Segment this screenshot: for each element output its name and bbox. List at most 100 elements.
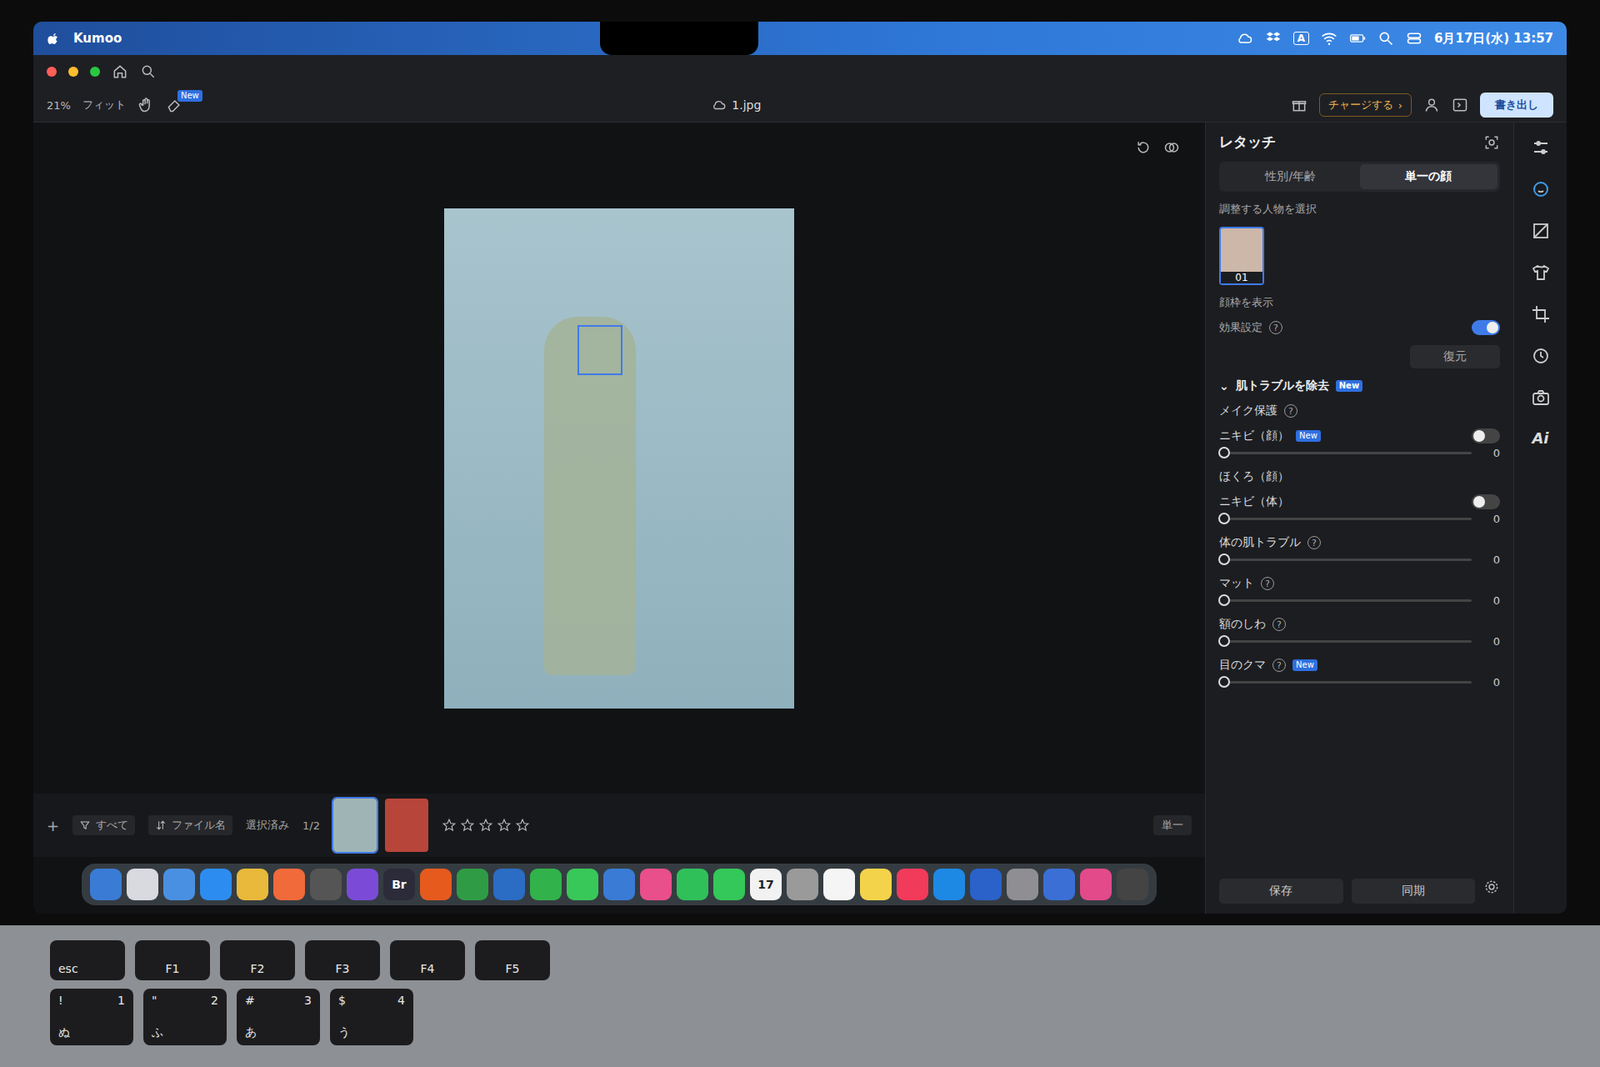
dock-app[interactable] [1006,868,1039,900]
export-button[interactable]: 書き出し [1480,92,1554,118]
home-icon[interactable] [111,63,129,80]
slider-track[interactable] [1224,558,1472,561]
toggle-switch[interactable] [1471,428,1500,444]
dock-app[interactable] [90,868,122,900]
dock-app[interactable] [896,868,929,900]
compare-icon[interactable] [1163,139,1180,156]
dock-app[interactable] [713,868,745,900]
slider-knob[interactable] [1218,635,1230,647]
control-center-icon[interactable] [1405,30,1423,47]
ai-tool-button[interactable]: Ai [1531,429,1549,447]
input-source[interactable]: A [1293,31,1310,45]
dock-app[interactable] [200,868,232,900]
cloud-icon[interactable] [1236,30,1254,47]
dock-app[interactable] [566,868,599,900]
dock-app[interactable] [1116,868,1149,900]
keyboard-key[interactable]: F3 [305,940,380,980]
battery-icon[interactable] [1349,30,1366,47]
dock-app[interactable] [493,868,525,900]
keyboard-key[interactable]: "2ふ [143,988,227,1045]
close-button[interactable] [46,66,57,77]
help-icon[interactable]: ? [1272,617,1286,631]
toggle-switch[interactable] [1471,320,1500,335]
save-button[interactable]: 保存 [1219,878,1344,904]
toggle-switch[interactable] [1471,494,1500,510]
keyboard-key[interactable]: $4う [330,988,414,1045]
help-icon[interactable]: ? [1260,576,1275,590]
keyboard-key[interactable]: esc [50,940,125,980]
user-icon[interactable] [1423,96,1440,114]
dock-app[interactable] [163,868,195,900]
zoom-level[interactable]: 21% [46,99,71,112]
undo-icon[interactable] [1135,139,1152,156]
sync-button[interactable]: 同期 [1351,878,1476,904]
section-header[interactable]: ⌄肌トラブルを除去New [1219,378,1500,394]
shirt-icon[interactable] [1530,262,1551,283]
slider-track[interactable] [1224,451,1472,455]
charge-button[interactable]: チャージする› [1319,93,1412,117]
dock-app[interactable] [236,868,269,900]
dock-app[interactable] [273,868,305,900]
dock-app[interactable]: Br [383,868,415,900]
dock-app[interactable] [126,868,159,900]
dropbox-icon[interactable] [1265,30,1282,47]
fit-button[interactable]: フィット [82,97,126,113]
tab[interactable]: 性別/年齢 [1221,164,1360,190]
face-thumbnail[interactable]: 01 [1219,226,1265,285]
dock-app[interactable] [640,868,672,900]
slider-track[interactable] [1224,517,1472,520]
zoom-button[interactable] [90,66,100,77]
keyboard-key[interactable]: F2 [220,940,295,980]
dock-app[interactable] [970,868,1002,900]
dock-app[interactable] [420,868,452,900]
view-mode-dropdown[interactable]: 単一 [1153,815,1192,835]
gift-icon[interactable] [1290,96,1308,114]
filter-button[interactable]: すべて [72,815,135,835]
keyboard-key[interactable]: #3あ [236,988,320,1045]
dock-app[interactable] [1043,868,1075,900]
help-icon[interactable]: ? [1269,320,1283,335]
dock-app[interactable] [603,868,635,900]
search-icon[interactable] [140,63,157,80]
keyboard-key[interactable]: F1 [135,940,210,980]
slider-knob[interactable] [1218,446,1230,459]
dock-app[interactable] [860,868,892,900]
slider-track[interactable] [1224,680,1472,684]
search-icon[interactable] [1377,30,1395,47]
camera-icon[interactable] [1530,387,1551,408]
dock-app[interactable] [1080,868,1112,900]
star-icon[interactable] [515,817,530,833]
dock-app[interactable] [346,868,379,900]
sliders-icon[interactable] [1530,137,1551,158]
keyboard-key[interactable]: !1ぬ [50,988,134,1045]
dock-app[interactable] [676,868,709,900]
dock-app[interactable] [786,868,819,900]
keyboard-key[interactable]: F4 [390,940,465,980]
face-scan-icon[interactable] [1483,134,1500,151]
slider-track[interactable] [1224,640,1472,643]
ai-tool-button[interactable]: New [165,96,183,114]
thumbnail[interactable] [385,798,429,852]
dock-app[interactable] [530,868,562,900]
thumbnail[interactable] [333,798,377,852]
help-icon[interactable]: ? [1272,658,1286,672]
hand-icon[interactable] [137,96,155,114]
gear-icon[interactable] [1483,878,1500,895]
dock-app[interactable] [310,868,342,900]
star-icon[interactable] [441,817,457,833]
star-icon[interactable] [460,817,475,833]
dock-app[interactable] [456,868,489,900]
face-retouch-icon[interactable] [1530,179,1551,200]
crop-icon[interactable] [1530,304,1551,325]
slider-track[interactable] [1224,599,1472,602]
slider-knob[interactable] [1218,553,1230,565]
history-icon[interactable] [1530,345,1551,366]
wifi-icon[interactable] [1320,30,1338,47]
star-icon[interactable] [478,817,494,833]
keyboard-key[interactable]: F5 [475,940,550,980]
slider-knob[interactable] [1218,594,1230,606]
panel-icon[interactable] [1451,96,1469,114]
slider-knob[interactable] [1218,512,1230,525]
adjust-icon[interactable] [1530,220,1551,241]
slider-knob[interactable] [1218,675,1230,688]
